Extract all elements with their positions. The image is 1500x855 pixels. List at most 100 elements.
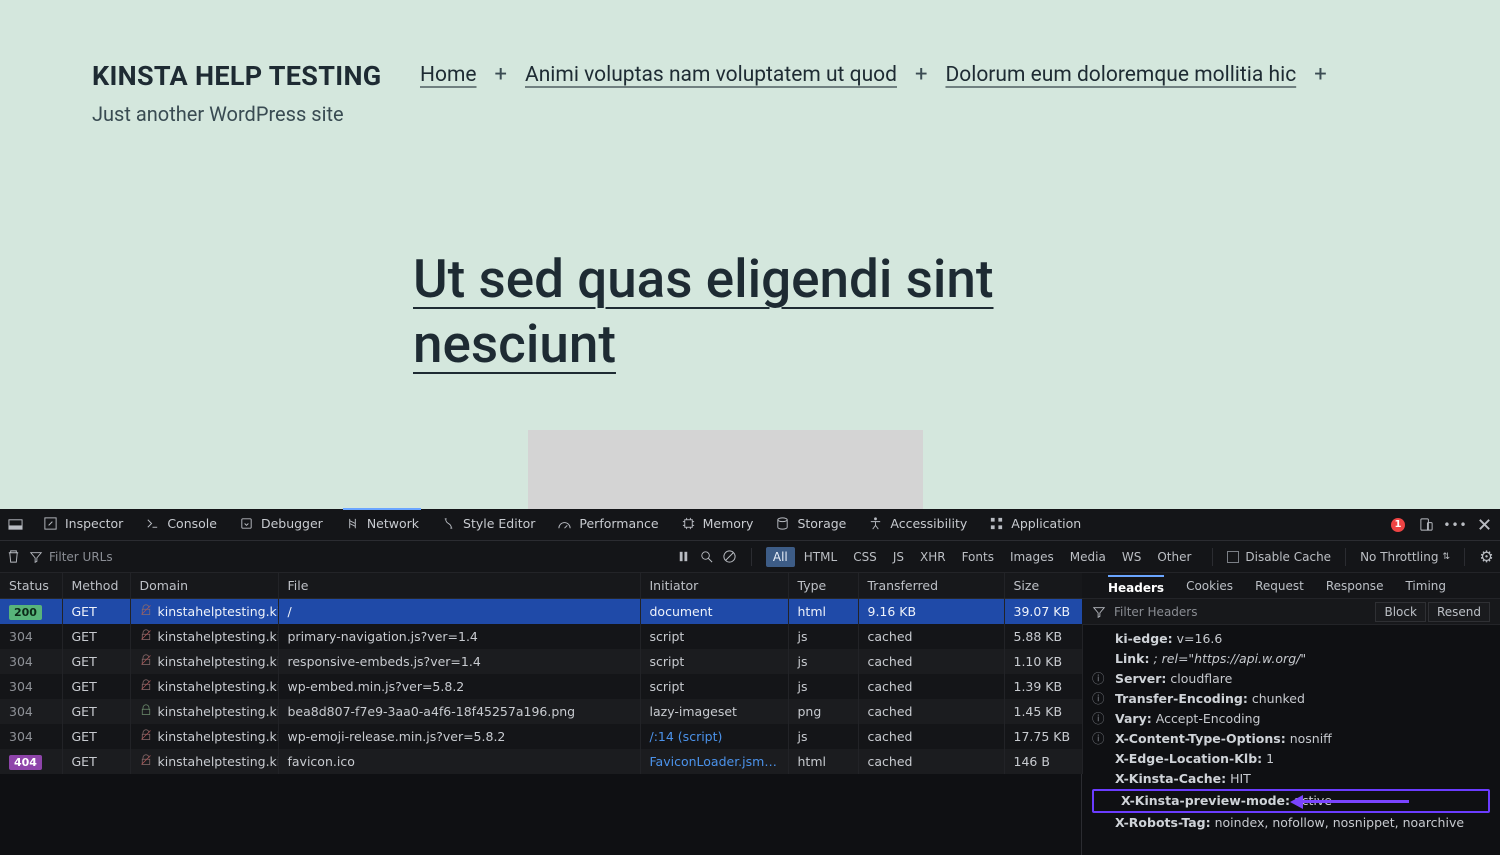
request-row[interactable]: 304GETkinstahelptesting.ki…wp-emoji-rele… (0, 724, 1082, 749)
type-filter-images[interactable]: Images (1003, 547, 1061, 567)
request-row[interactable]: 200GETkinstahelptesting.ki…/documenthtml… (0, 599, 1082, 625)
request-row[interactable]: 304GETkinstahelptesting.ki…wp-embed.min.… (0, 674, 1082, 699)
column-header-file[interactable]: File (278, 573, 640, 599)
block-icon[interactable] (722, 549, 737, 564)
filter-headers-input[interactable]: Filter Headers (1114, 605, 1197, 619)
devtools-tab-style-editor[interactable]: Style Editor (439, 510, 537, 539)
cell-initiator[interactable]: /:14 (script) (640, 724, 788, 749)
cell-file: / (278, 599, 640, 625)
request-row[interactable]: 304GETkinstahelptesting.ki…bea8d807-f7e9… (0, 699, 1082, 724)
response-header: X-Kinsta-preview-mode: active (1092, 789, 1490, 813)
submenu-toggle-icon[interactable]: + (1314, 62, 1326, 87)
cell-type: js (788, 724, 858, 749)
devtools-tab-inspector[interactable]: Inspector (41, 510, 125, 539)
request-row[interactable]: 304GETkinstahelptesting.ki…primary-navig… (0, 624, 1082, 649)
devtools-tab-console[interactable]: Console (143, 510, 219, 539)
column-header-status[interactable]: Status (0, 573, 62, 599)
cell-file: wp-emoji-release.min.js?ver=5.8.2 (278, 724, 640, 749)
devtools-tab-bar: Inspector Console Debugger Network Style Edi… (0, 509, 1500, 541)
type-filter-all[interactable]: All (766, 547, 795, 567)
headers-tab-bar: Headers Cookies Request Response Timing (1082, 573, 1500, 599)
request-row[interactable]: 404GETkinstahelptesting.ki…favicon.icoFa… (0, 749, 1082, 774)
type-filter-fonts[interactable]: Fonts (955, 547, 1001, 567)
type-filter-html[interactable]: HTML (797, 547, 844, 567)
nav-item-2[interactable]: Animi voluptas nam voluptatem ut quod (525, 63, 897, 87)
info-icon[interactable]: ⓘ (1092, 709, 1107, 729)
devtools-tab-storage[interactable]: Storage (773, 510, 848, 539)
cell-method: GET (62, 724, 130, 749)
cell-type: js (788, 674, 858, 699)
type-filter-js[interactable]: JS (886, 547, 911, 567)
column-header-size[interactable]: Size (1004, 573, 1082, 599)
devtools-tab-debugger[interactable]: Debugger (237, 510, 325, 539)
close-devtools-icon[interactable] (1477, 517, 1492, 532)
type-filter-css[interactable]: CSS (846, 547, 884, 567)
type-filter-row: AllHTMLCSSJSXHRFontsImagesMediaWSOther (766, 547, 1199, 567)
column-header-transferred[interactable]: Transferred (858, 573, 1004, 599)
type-filter-xhr[interactable]: XHR (913, 547, 953, 567)
filter-urls-input[interactable]: Filter URLs (29, 550, 113, 564)
headers-tab-request[interactable]: Request (1255, 579, 1304, 593)
disable-cache-checkbox[interactable]: Disable Cache (1227, 550, 1331, 564)
debugger-icon (239, 516, 254, 531)
trash-icon[interactable] (6, 549, 21, 564)
nav-item-home[interactable]: Home (420, 63, 477, 87)
responsive-mode-icon[interactable] (1419, 517, 1434, 532)
devtools-tab-network[interactable]: Network (343, 508, 421, 539)
post-title[interactable]: Ut sed quas eligendi sint nesciunt (413, 247, 1080, 376)
cell-size: 1.10 KB (1004, 649, 1082, 674)
cell-size: 17.75 KB (1004, 724, 1082, 749)
application-icon (989, 516, 1004, 531)
cell-method: GET (62, 674, 130, 699)
headers-tab-timing[interactable]: Timing (1405, 579, 1446, 593)
cell-initiator: lazy-imageset (640, 699, 788, 724)
headers-tab-response[interactable]: Response (1326, 579, 1384, 593)
cell-file: bea8d807-f7e9-3aa0-a4f6-18f45257a196.png (278, 699, 640, 724)
column-header-initiator[interactable]: Initiator (640, 573, 788, 599)
response-header: ki-edge: v=16.6 (1092, 629, 1490, 649)
resend-button[interactable]: Resend (1428, 602, 1490, 622)
headers-tab-cookies[interactable]: Cookies (1186, 579, 1233, 593)
dock-mode-icon[interactable] (8, 517, 23, 532)
type-filter-ws[interactable]: WS (1115, 547, 1148, 567)
submenu-toggle-icon[interactable]: + (495, 62, 507, 87)
type-filter-media[interactable]: Media (1063, 547, 1113, 567)
kebab-menu-icon[interactable]: ••• (1448, 517, 1463, 532)
wordpress-page: KINSTA HELP TESTING Just another WordPre… (0, 0, 1500, 509)
devtools: Inspector Console Debugger Network Style Edi… (0, 509, 1500, 855)
cell-initiator: script (640, 624, 788, 649)
cell-method: GET (62, 699, 130, 724)
column-header-method[interactable]: Method (62, 573, 130, 599)
block-button[interactable]: Block (1375, 602, 1425, 622)
submenu-toggle-icon[interactable]: + (915, 62, 927, 87)
cell-initiator[interactable]: FaviconLoader.jsm:191 … (640, 749, 788, 774)
request-row[interactable]: 304GETkinstahelptesting.ki…responsive-em… (0, 649, 1082, 674)
info-icon[interactable]: ⓘ (1092, 729, 1107, 749)
gear-icon[interactable]: ⚙ (1479, 549, 1494, 564)
nav-item-3[interactable]: Dolorum eum doloremque mollitia hic (945, 63, 1296, 87)
response-header: X-Edge-Location-Klb: 1 (1092, 749, 1490, 769)
cell-method: GET (62, 599, 130, 625)
search-icon[interactable] (699, 549, 714, 564)
insecure-icon (140, 679, 152, 694)
devtools-tab-accessibility[interactable]: Accessibility (866, 510, 969, 539)
inspector-icon (43, 516, 58, 531)
type-filter-other[interactable]: Other (1150, 547, 1198, 567)
column-header-type[interactable]: Type (788, 573, 858, 599)
storage-icon (775, 516, 790, 531)
devtools-tab-memory[interactable]: Memory (679, 510, 756, 539)
devtools-tab-performance[interactable]: Performance (555, 510, 660, 539)
cell-domain: kinstahelptesting.ki… (130, 674, 278, 699)
info-icon[interactable]: ⓘ (1092, 689, 1107, 709)
cell-domain: kinstahelptesting.ki… (130, 749, 278, 774)
cell-transferred: cached (858, 649, 1004, 674)
column-header-domain[interactable]: Domain (130, 573, 278, 599)
error-count-badge[interactable]: 1 (1391, 518, 1405, 532)
cell-transferred: cached (858, 699, 1004, 724)
pause-icon[interactable] (676, 549, 691, 564)
headers-tab-headers[interactable]: Headers (1108, 575, 1164, 595)
cell-method: GET (62, 649, 130, 674)
devtools-tab-application[interactable]: Application (987, 510, 1083, 539)
throttling-select[interactable]: No Throttling⇅ (1360, 550, 1450, 564)
info-icon[interactable]: ⓘ (1092, 669, 1107, 689)
